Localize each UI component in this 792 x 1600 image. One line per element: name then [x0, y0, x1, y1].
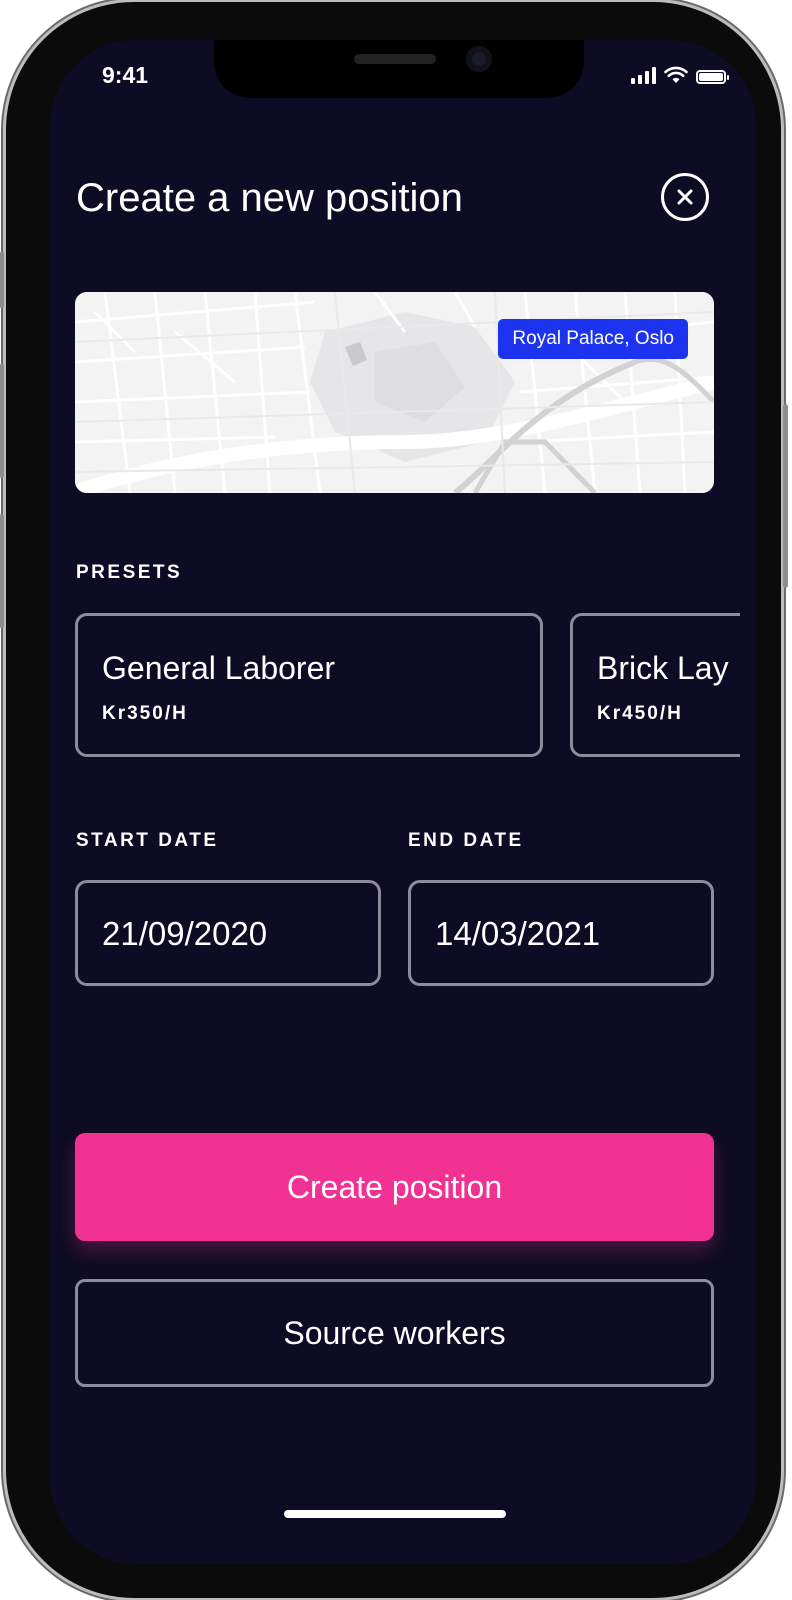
- power-button: [783, 404, 788, 588]
- start-date-field[interactable]: 21/09/2020: [75, 880, 381, 986]
- source-workers-button[interactable]: Source workers: [75, 1279, 714, 1387]
- preset-card-brick-layer[interactable]: Brick Lay Kr450/H: [570, 613, 740, 757]
- preset-card-general-laborer[interactable]: General Laborer Kr350/H: [75, 613, 543, 757]
- volume-up-button: [0, 364, 4, 478]
- preset-rate: Kr350/H: [102, 703, 188, 724]
- preset-name: Brick Lay: [597, 650, 729, 686]
- volume-down-button: [0, 514, 4, 628]
- app-screen: 9:41 Create a new position Royal Palace,…: [50, 40, 756, 1564]
- start-date-label: START DATE: [76, 830, 219, 851]
- end-date-field[interactable]: 14/03/2021: [408, 880, 714, 986]
- home-indicator[interactable]: [284, 1510, 506, 1518]
- end-date-label: END DATE: [408, 830, 524, 851]
- create-position-button[interactable]: Create position: [75, 1133, 714, 1241]
- preset-rate: Kr450/H: [597, 703, 683, 724]
- phone-frame: 9:41 Create a new position Royal Palace,…: [0, 2, 788, 1598]
- mute-switch: [0, 252, 4, 308]
- preset-name: General Laborer: [102, 650, 336, 686]
